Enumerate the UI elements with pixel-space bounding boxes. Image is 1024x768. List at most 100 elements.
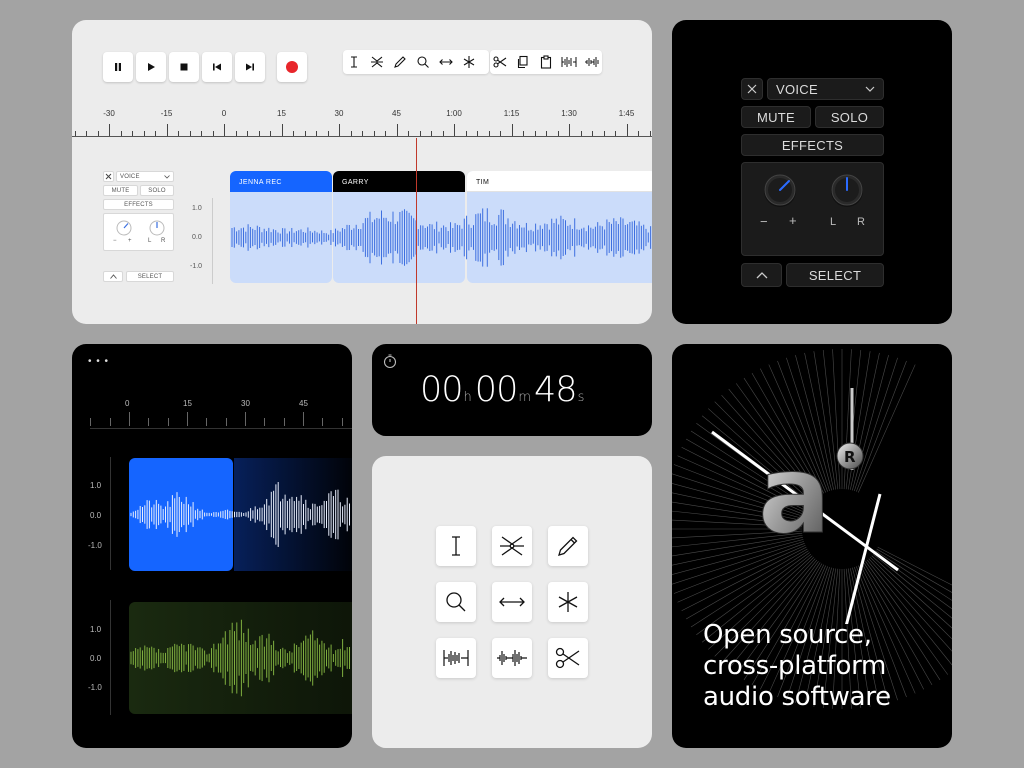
select-tool-button[interactable] — [344, 52, 364, 72]
ruler-tick — [534, 131, 536, 136]
ruler-tick — [362, 131, 363, 136]
trim-audio-icon — [561, 57, 577, 67]
solo-label: SOLO — [830, 109, 869, 125]
pan-knob[interactable] — [148, 219, 166, 237]
pan-knob[interactable] — [827, 170, 867, 210]
ruler-tick — [419, 131, 421, 136]
multi-tool-button[interactable] — [459, 52, 479, 72]
play-button[interactable] — [136, 52, 166, 82]
gain-plus-label: + — [789, 213, 797, 228]
svg-text:R: R — [844, 448, 856, 466]
cut-button[interactable] — [490, 52, 510, 72]
ruler-tick — [74, 131, 76, 136]
ruler-tick — [557, 131, 559, 136]
trim-button[interactable] — [436, 638, 476, 678]
gain-knob[interactable] — [115, 219, 133, 237]
ruler-tick — [408, 131, 409, 136]
track-close-button[interactable] — [103, 171, 114, 182]
ruler-tick — [638, 131, 639, 136]
cut-button[interactable] — [548, 638, 588, 678]
draw-tool-button[interactable] — [390, 52, 410, 72]
tool-grid-card — [372, 456, 652, 748]
select-tool-button[interactable] — [436, 526, 476, 566]
zoom-tool-button[interactable] — [413, 52, 433, 72]
timer-card: 00 h 00 m 48 s — [372, 344, 652, 436]
pan-left-label: L — [830, 216, 837, 228]
stop-button[interactable] — [169, 52, 199, 82]
envelope-tool-button[interactable] — [367, 52, 387, 72]
play-icon — [148, 63, 155, 71]
amplitude-label-mid: 0.0 — [192, 234, 202, 241]
zoom-tool-button[interactable] — [436, 582, 476, 622]
amplitude-label-top: 1.0 — [90, 625, 102, 634]
solo-button[interactable]: SOLO — [815, 106, 884, 128]
select-track-button[interactable]: SELECT — [126, 271, 174, 282]
multi-tool-button[interactable] — [548, 582, 588, 622]
ruler-tick — [258, 131, 260, 136]
track-name-dropdown[interactable]: VOICE — [767, 78, 884, 100]
paste-button[interactable] — [536, 52, 556, 72]
collapse-track-button[interactable] — [741, 263, 782, 287]
track-close-button[interactable] — [741, 78, 763, 100]
copy-button[interactable] — [513, 52, 533, 72]
ruler-tick — [283, 418, 285, 426]
solo-button[interactable]: SOLO — [140, 185, 174, 196]
effects-button[interactable]: EFFECTS — [103, 199, 174, 210]
ruler-tick-label: 1:00 — [446, 109, 462, 118]
effects-button[interactable]: EFFECTS — [741, 134, 884, 156]
ruler-tick — [316, 131, 317, 136]
ruler-tick — [615, 131, 616, 136]
amplitude-label-top: 1.0 — [90, 481, 102, 490]
timeshift-tool-button[interactable] — [436, 52, 456, 72]
pause-button[interactable] — [103, 52, 133, 82]
ruler-tick-label: 0 — [125, 399, 130, 408]
skip-to-end-icon — [246, 63, 254, 71]
record-icon — [286, 61, 298, 73]
skip-to-start-button[interactable] — [202, 52, 232, 82]
ruler-tick — [303, 412, 304, 426]
record-button[interactable] — [277, 52, 307, 82]
asterisk-icon — [558, 592, 578, 612]
svg-text:a: a — [758, 433, 831, 558]
timeshift-tool-button[interactable] — [492, 582, 532, 622]
chevron-down-icon — [865, 86, 875, 92]
ruler-tick — [143, 131, 145, 136]
timeline-ruler[interactable]: -30 -15 0 15 30 45 1:00 1:15 1:30 1:45 — [72, 104, 652, 138]
chevron-down-icon — [164, 174, 170, 179]
trim-button[interactable] — [559, 52, 579, 72]
ruler-tick — [90, 418, 92, 426]
track-name-dropdown[interactable]: VOICE — [116, 171, 174, 182]
mobile-timeline-ruler[interactable]: 0 15 30 45 — [72, 394, 352, 434]
double-arrow-icon — [439, 59, 453, 65]
timer-hours-unit: h — [463, 390, 472, 405]
ruler-tick — [350, 131, 352, 136]
mute-label: MUTE — [756, 109, 796, 125]
playhead[interactable] — [416, 138, 417, 324]
mobile-waveform-green — [130, 619, 350, 697]
mute-button[interactable]: MUTE — [741, 106, 811, 128]
ruler-tick — [385, 131, 386, 136]
chevron-up-icon — [756, 271, 767, 278]
menu-dots-icon[interactable]: • • • — [88, 356, 109, 367]
axis-divider — [110, 600, 111, 715]
ruler-tick-label: 30 — [334, 109, 344, 118]
clip-title: GARRY — [342, 179, 369, 186]
mute-button[interactable]: MUTE — [103, 185, 138, 196]
select-track-button[interactable]: SELECT — [786, 263, 884, 287]
envelope-tool-button[interactable] — [492, 526, 532, 566]
solo-label: SOLO — [148, 187, 166, 194]
silence-button[interactable] — [582, 52, 602, 72]
draw-tool-button[interactable] — [548, 526, 588, 566]
track-name: VOICE — [120, 173, 140, 180]
timer-display: 00 h 00 m 48 s — [420, 370, 584, 410]
amplitude-label-top: 1.0 — [192, 205, 202, 212]
track-name: VOICE — [776, 81, 818, 97]
silence-button[interactable] — [492, 638, 532, 678]
gain-knob[interactable] — [760, 170, 800, 210]
skip-to-end-button[interactable] — [235, 52, 265, 82]
collapse-track-button[interactable] — [103, 271, 123, 282]
ruler-tick — [626, 124, 628, 136]
skip-to-start-icon — [213, 63, 221, 71]
amplitude-label-mid: 0.0 — [90, 511, 102, 520]
effects-label: EFFECTS — [124, 201, 153, 208]
